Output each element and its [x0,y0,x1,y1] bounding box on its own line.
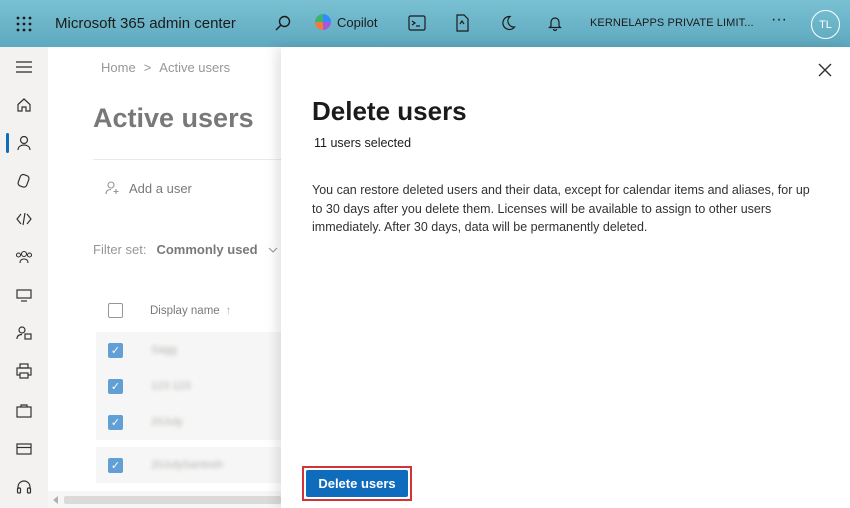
dark-mode-button[interactable] [496,11,520,35]
copilot-icon [315,14,331,30]
nav-users[interactable] [0,125,48,161]
nav-support[interactable] [0,469,48,505]
nav-teams-groups[interactable] [0,239,48,275]
terminal-icon [408,15,426,31]
bell-icon [548,17,562,31]
document-button[interactable] [450,11,474,35]
top-bar: Microsoft 365 admin center Copilot KERNE… [0,0,850,47]
search-icon [275,15,291,31]
dim-overlay [48,47,281,508]
nav-home[interactable] [0,87,48,123]
panel-description: You can restore deleted users and their … [312,183,810,234]
printer-icon [16,289,32,302]
app-launcher-button[interactable] [0,0,47,47]
user-icon [17,135,31,151]
nav-resources[interactable] [0,277,48,313]
menu-button[interactable] [0,49,48,85]
user-avatar[interactable]: TL [811,10,840,39]
billing-icon [16,443,32,455]
nav-setup[interactable] [0,201,48,237]
search-button[interactable] [271,11,295,35]
code-icon [16,212,32,226]
delete-users-button[interactable]: Delete users [306,470,408,497]
close-icon [818,63,832,77]
delete-users-panel: Delete users 11 users selected You can r… [281,47,850,508]
headset-icon [16,480,32,494]
nav-billing[interactable] [0,431,48,467]
briefcase-icon [16,404,32,418]
devices-icon [17,173,30,188]
selected-count: 11 users selected [314,136,412,150]
organization-name: KERNELAPPS PRIVATE LIMIT... [590,17,754,29]
nav-print[interactable] [0,353,48,389]
menu-icon [16,61,32,73]
nav-devices[interactable] [0,163,48,199]
nav-roles[interactable] [0,315,48,351]
terminal-button[interactable] [405,11,429,35]
delete-button-highlight: Delete users [302,466,412,501]
user-lock-icon [16,326,32,340]
left-navigation-rail [0,47,48,508]
nav-marketplace[interactable] [0,393,48,429]
close-button[interactable] [816,61,834,79]
waffle-icon [16,16,31,31]
app-title[interactable]: Microsoft 365 admin center [55,15,236,32]
notifications-button[interactable] [543,11,567,35]
more-options-button[interactable]: ··· [771,11,787,29]
print-icon [16,363,32,379]
home-icon [17,98,31,112]
document-icon [456,14,469,32]
panel-title: Delete users [312,96,467,126]
groups-icon [15,250,33,264]
copilot-label: Copilot [337,14,378,30]
copilot-button[interactable]: Copilot [315,14,377,30]
moon-icon [502,15,516,31]
